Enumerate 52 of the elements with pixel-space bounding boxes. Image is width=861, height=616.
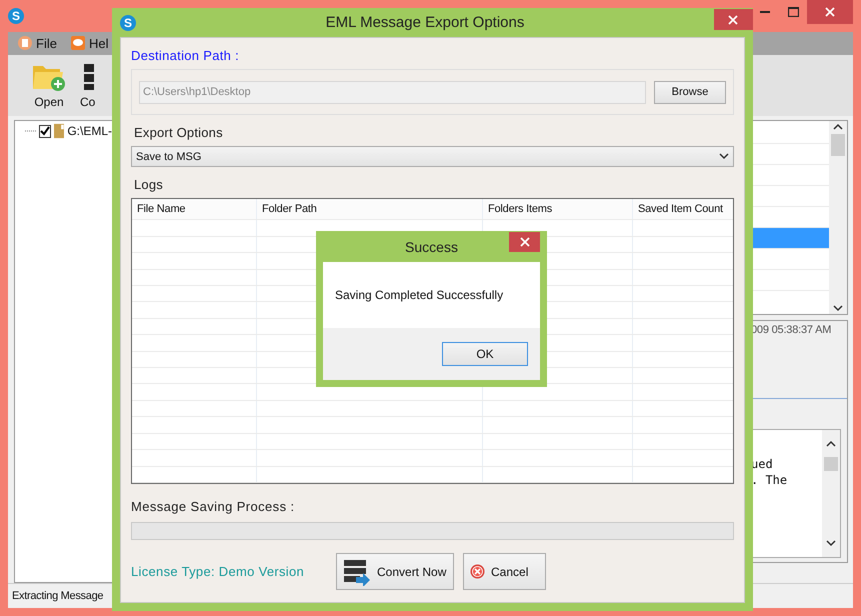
success-message: Saving Completed Successfully bbox=[335, 288, 504, 302]
convert-icon bbox=[343, 558, 371, 586]
ok-button[interactable]: OK bbox=[442, 342, 528, 366]
drive-icon bbox=[54, 123, 64, 140]
column-header: File Name bbox=[136, 202, 186, 217]
minimize-icon bbox=[760, 10, 770, 14]
scrollbar[interactable] bbox=[829, 121, 847, 314]
progress-label: Message Saving Process : bbox=[131, 499, 296, 514]
menu-item[interactable]: Hel bbox=[70, 36, 108, 51]
chevron-down-icon bbox=[719, 153, 729, 160]
dialog-title: Success bbox=[405, 238, 458, 254]
list-row[interactable] bbox=[751, 228, 829, 250]
toolbar-button[interactable]: Open bbox=[30, 62, 68, 109]
close-icon bbox=[728, 14, 738, 24]
column-header: Saved Item Count bbox=[632, 199, 733, 220]
logs-label: Logs bbox=[134, 177, 164, 192]
destination-label: Destination Path : bbox=[131, 48, 240, 63]
cancel-button[interactable]: Cancel bbox=[463, 553, 546, 590]
column-header: Folders Items bbox=[482, 199, 632, 220]
toolbar-button[interactable]: Co bbox=[78, 62, 98, 109]
browse-button[interactable]: Browse bbox=[654, 80, 726, 104]
close-button[interactable] bbox=[714, 9, 753, 30]
close-button[interactable] bbox=[509, 232, 540, 252]
scroll-thumb[interactable] bbox=[831, 134, 845, 156]
export-options-label: Export Options bbox=[134, 125, 224, 140]
app-logo: S bbox=[120, 14, 136, 30]
close-button[interactable] bbox=[807, 0, 853, 24]
convert-button[interactable]: Convert Now bbox=[336, 553, 454, 590]
chevron-up-icon bbox=[833, 123, 843, 130]
toolbar-icon bbox=[82, 62, 94, 92]
scroll-thumb[interactable] bbox=[824, 457, 838, 472]
column-header: Folder Path bbox=[256, 199, 482, 220]
dialog-title: EML Message Export Options bbox=[326, 14, 524, 31]
chevron-up-icon bbox=[826, 440, 836, 448]
tree-line bbox=[25, 130, 36, 132]
chevron-down-icon bbox=[826, 540, 836, 548]
export-select[interactable]: Save to MSG bbox=[131, 146, 734, 167]
speech-bubble-icon bbox=[70, 36, 85, 50]
tree-item[interactable]: G:\EML- bbox=[67, 124, 112, 138]
scrollbar[interactable] bbox=[822, 430, 840, 558]
license-text: License Type: Demo Version bbox=[131, 564, 306, 579]
cancel-icon bbox=[470, 564, 485, 579]
document-icon bbox=[18, 36, 32, 50]
menu-item[interactable]: File bbox=[18, 36, 57, 51]
maximize-icon bbox=[788, 6, 798, 17]
app-logo: S bbox=[8, 8, 24, 24]
preview-text: . The bbox=[751, 472, 788, 488]
checkbox[interactable] bbox=[38, 124, 51, 138]
status-text: Extracting Message bbox=[12, 590, 104, 602]
close-icon bbox=[825, 6, 835, 17]
close-icon bbox=[520, 237, 530, 247]
chevron-down-icon bbox=[833, 305, 843, 312]
